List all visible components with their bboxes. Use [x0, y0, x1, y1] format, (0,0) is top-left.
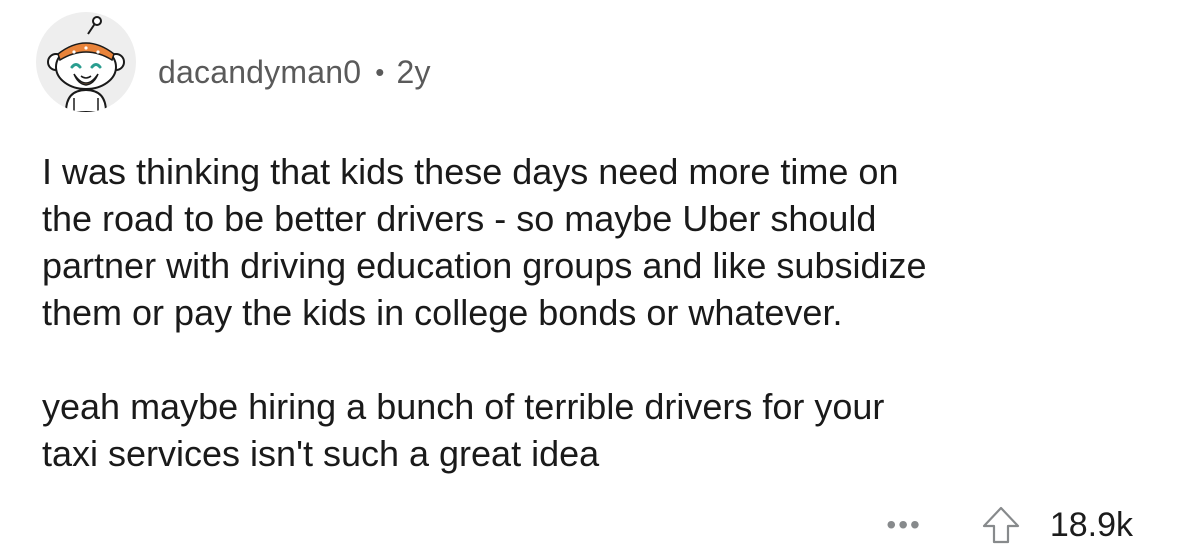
comment-paragraph: I was thinking that kids these days need…	[42, 151, 927, 333]
meta-separator: •	[375, 57, 385, 87]
user-avatar[interactable]	[36, 12, 136, 112]
comment-actions: ••• 18.9k	[886, 500, 1133, 550]
username[interactable]: dacandyman0	[158, 54, 361, 91]
comment-paragraph: yeah maybe hiring a bunch of terrible dr…	[42, 386, 885, 474]
comment-age: 2y	[396, 53, 431, 90]
comment-body: I was thinking that kids these days need…	[42, 148, 1152, 477]
snoo-avatar-icon	[47, 16, 125, 112]
arrow-up-icon[interactable]	[980, 504, 1022, 546]
more-options-icon[interactable]: •••	[886, 511, 921, 539]
comment-header: dacandyman0 • 2y	[158, 50, 431, 94]
vote-score: 18.9k	[1049, 505, 1133, 544]
